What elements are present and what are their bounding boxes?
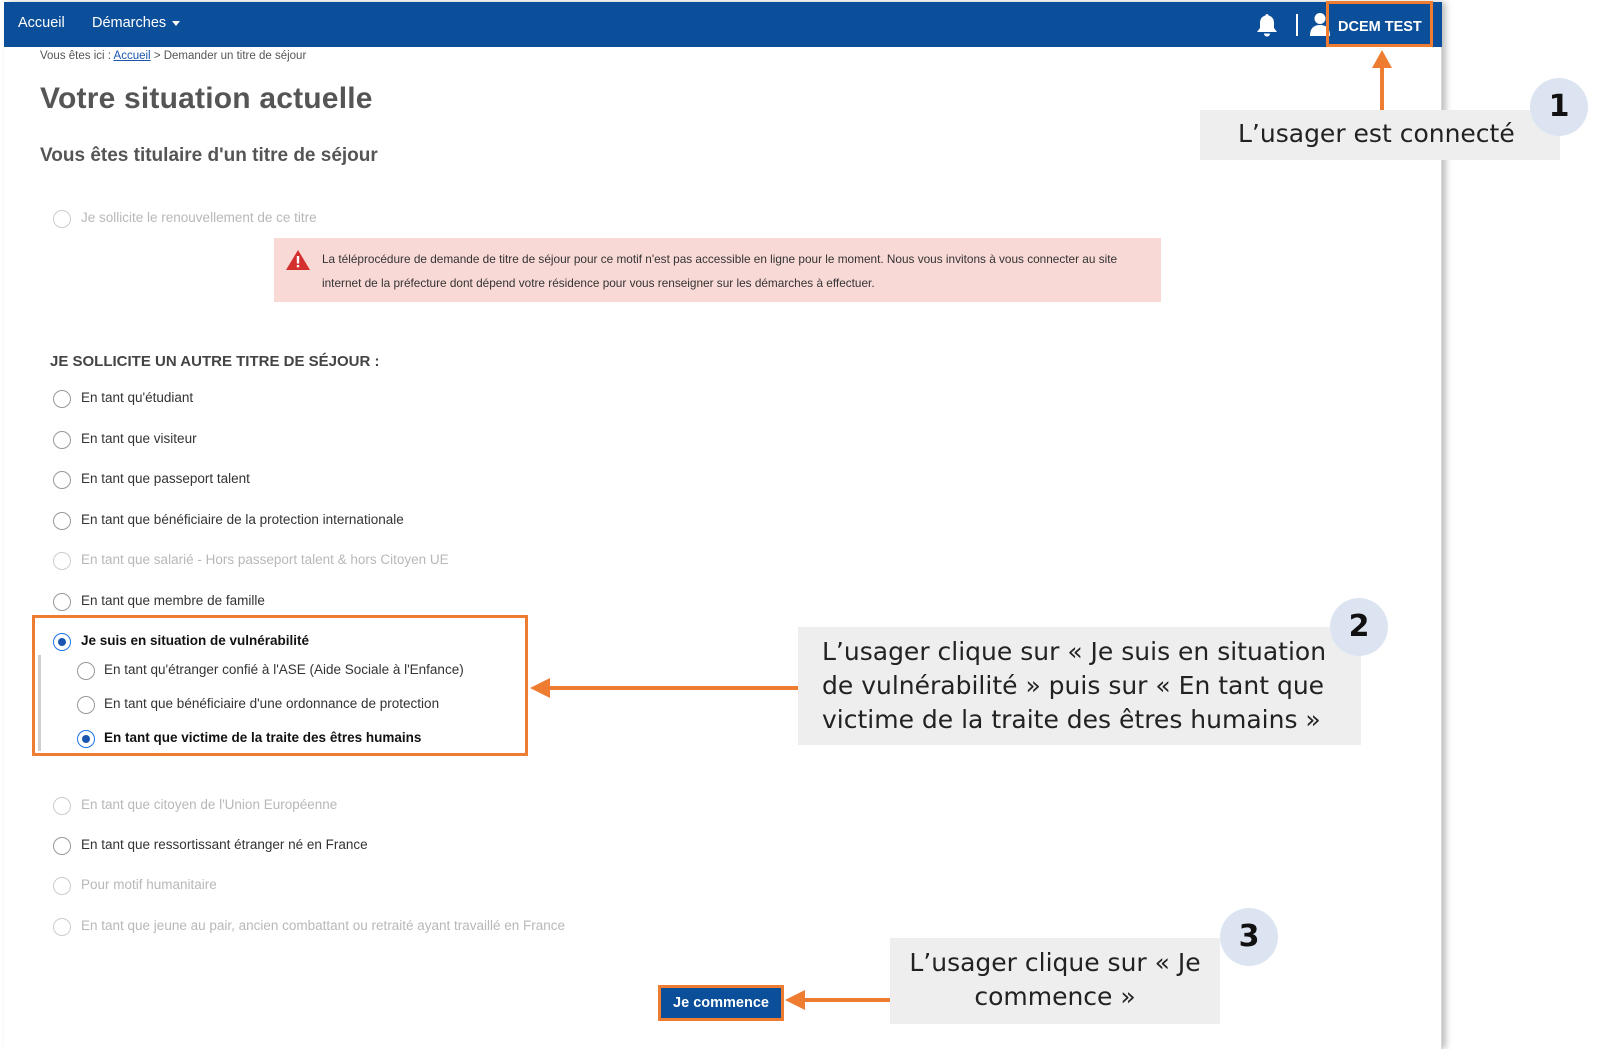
option-ne-en-france-label[interactable]: En tant que ressortissant étranger né en…	[81, 837, 368, 852]
radio-vulnerabilite[interactable]	[53, 633, 71, 651]
nav-accueil-link[interactable]: Accueil	[18, 15, 65, 31]
user-highlight-box	[1326, 1, 1433, 47]
breadcrumb: Vous êtes ici : Accueil > Demander un ti…	[40, 50, 306, 62]
radio-humanitaire	[53, 877, 71, 895]
option-passeport-talent-label[interactable]: En tant que passeport talent	[81, 471, 250, 486]
radio-ordonnance-protection[interactable]	[77, 696, 95, 714]
radio-protection-internationale[interactable]	[53, 512, 71, 530]
option-protection-internationale-label[interactable]: En tant que bénéficiaire de la protectio…	[81, 512, 404, 527]
arrow-1-head	[1372, 50, 1392, 68]
warning-icon	[286, 250, 310, 270]
option-jeune-au-pair-label: En tant que jeune au pair, ancien combat…	[81, 918, 566, 933]
arrow-2-line	[548, 686, 798, 690]
page-title: Votre situation actuelle	[40, 82, 373, 115]
option-salarie-label: En tant que salarié - Hors passeport tal…	[81, 552, 449, 567]
error-alert: La téléprocédure de demande de titre de …	[274, 238, 1161, 302]
option-visiteur-label[interactable]: En tant que visiteur	[81, 431, 197, 446]
renewal-option-label: Je sollicite le renouvellement de ce tit…	[81, 210, 317, 225]
bell-icon[interactable]	[1256, 13, 1278, 37]
radio-passeport-talent[interactable]	[53, 471, 71, 489]
sub-option-traite-label[interactable]: En tant que victime de la traite des êtr…	[104, 730, 421, 745]
start-button[interactable]: Je commence	[658, 985, 784, 1021]
radio-ase[interactable]	[77, 662, 95, 680]
annotation-callout-3: L’usager clique sur « Je commence »	[890, 938, 1220, 1024]
callout-2-line-3: victime de la traite des êtres humains »	[822, 705, 1321, 734]
callout-3-line-1: L’usager clique sur « Je	[909, 948, 1201, 977]
sub-option-ordonnance-label[interactable]: En tant que bénéficiaire d'une ordonnanc…	[104, 696, 439, 711]
callout-3-line-2: commence »	[974, 982, 1136, 1011]
option-humanitaire-label: Pour motif humanitaire	[81, 877, 217, 892]
annotation-callout-2: L’usager clique sur « Je suis en situati…	[798, 627, 1361, 745]
radio-etudiant[interactable]	[53, 390, 71, 408]
option-vulnerabilite-label[interactable]: Je suis en situation de vulnérabilité	[81, 633, 309, 648]
option-etudiant-label[interactable]: En tant qu'étudiant	[81, 390, 193, 405]
radio-visiteur[interactable]	[53, 431, 71, 449]
radio-membre-famille[interactable]	[53, 593, 71, 611]
renewal-radio	[53, 210, 71, 228]
breadcrumb-current: > Demander un titre de séjour	[153, 50, 307, 62]
annotation-badge-3: 3	[1220, 908, 1278, 966]
radio-jeune-au-pair	[53, 918, 71, 936]
chevron-down-icon	[172, 20, 181, 26]
sub-option-ase-label[interactable]: En tant qu'étranger confié à l'ASE (Aide…	[104, 662, 464, 677]
nav-demarches-menu[interactable]: Démarches	[92, 15, 181, 31]
nav-demarches-label: Démarches	[92, 15, 167, 31]
arrow-3-head	[785, 990, 805, 1010]
arrow-3-line	[802, 998, 890, 1002]
arrow-1-line	[1380, 66, 1384, 110]
top-navbar: Accueil Démarches DCEM TEST	[4, 2, 1442, 47]
callout-2-line-1: L’usager clique sur « Je suis en situati…	[822, 637, 1327, 666]
radio-ne-en-france[interactable]	[53, 837, 71, 855]
callout-2-line-2: de vulnérabilité » puis sur « En tant qu…	[822, 671, 1325, 700]
breadcrumb-prefix: Vous êtes ici :	[40, 50, 111, 62]
section-title: Vous êtes titulaire d'un titre de séjour	[40, 145, 378, 166]
annotation-badge-2: 2	[1330, 598, 1388, 656]
nav-separator	[1296, 14, 1298, 36]
radio-citoyen-ue	[53, 797, 71, 815]
radio-salarie	[53, 552, 71, 570]
option-membre-famille-label[interactable]: En tant que membre de famille	[81, 593, 265, 608]
option-citoyen-ue-label: En tant que citoyen de l'Union Européenn…	[81, 797, 338, 812]
alert-message: La téléprocédure de demande de titre de …	[322, 252, 1118, 290]
breadcrumb-home-link[interactable]: Accueil	[114, 50, 151, 62]
other-permit-heading: JE SOLLICITE UN AUTRE TITRE DE SÉJOUR :	[50, 353, 380, 370]
annotation-badge-1: 1	[1530, 78, 1588, 136]
sub-options-indent-bar	[38, 655, 41, 751]
arrow-2-head	[530, 678, 550, 698]
radio-traite-etres-humains[interactable]	[77, 730, 95, 748]
annotation-callout-1: L’usager est connecté	[1200, 110, 1560, 160]
